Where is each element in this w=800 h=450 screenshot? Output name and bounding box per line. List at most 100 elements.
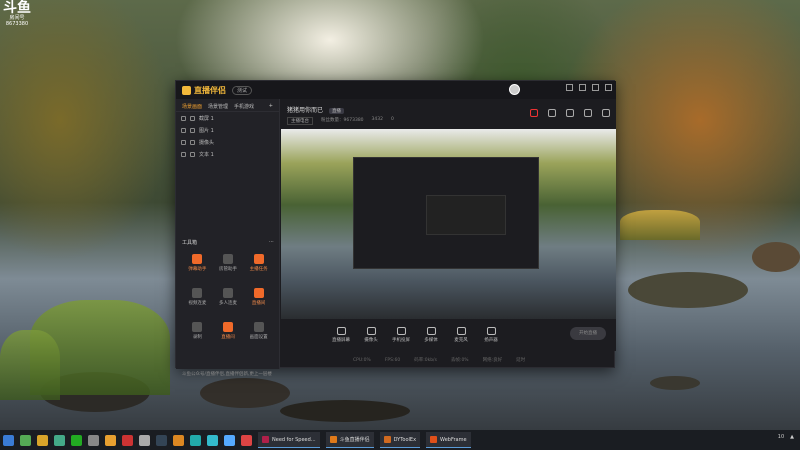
room-icon [222, 322, 233, 332]
tray-text[interactable]: 10 [778, 434, 784, 440]
maximize-icon[interactable] [592, 84, 599, 91]
eye-icon[interactable] [181, 139, 186, 145]
speaker-label: 扬声器 [484, 338, 498, 343]
version-tag[interactable]: 测试 [232, 85, 253, 95]
app-icon[interactable] [241, 434, 252, 446]
header-actions [530, 109, 610, 117]
tool-item[interactable]: 直播间 [213, 322, 244, 346]
notification-icon[interactable] [530, 109, 538, 117]
media-button[interactable]: 多媒体 [421, 327, 441, 343]
taskbar-app-label: 斗鱼直播伴侣 [339, 437, 370, 443]
tab-scene[interactable]: 场景画面 [182, 103, 202, 110]
more-icon[interactable]: ⋯ [269, 239, 274, 246]
source-item[interactable]: 截屏 1 [176, 112, 279, 124]
watermark: 斗鱼 房间号 8673380 [2, 1, 32, 31]
eye-icon[interactable] [181, 115, 186, 121]
mic-button[interactable]: 麦克风 [451, 327, 471, 343]
source-label: 图片 1 [199, 127, 214, 134]
tab-scene-manage[interactable]: 场景管理 [208, 103, 228, 110]
app-name: 直播伴侣 [194, 84, 226, 95]
stream-title-text: 猪猪用你而已 [287, 107, 324, 114]
skin-icon[interactable] [566, 84, 573, 91]
browser-icon[interactable] [105, 434, 116, 446]
steam-icon[interactable] [156, 434, 167, 446]
taskbar-app-nfs[interactable]: Need for Speed... [258, 432, 320, 448]
minimize-icon[interactable] [579, 84, 586, 91]
camera-icon [366, 327, 376, 335]
source-item[interactable]: 图片 1 [176, 124, 279, 136]
layers-icon[interactable] [566, 109, 574, 117]
hot-count: 3432 [371, 117, 383, 122]
taskbar-app-label: Need for Speed... [272, 436, 316, 443]
app-icon[interactable] [139, 434, 150, 446]
taskbar-app-douyu[interactable]: 斗鱼直播伴侣 [325, 432, 374, 448]
chat-icon[interactable] [20, 434, 31, 446]
source-label: 截屏 1 [199, 115, 214, 122]
source-label: 摄像头 [199, 139, 215, 146]
lock-icon[interactable] [190, 151, 195, 157]
admin-icon [222, 254, 233, 264]
tool-item[interactable]: 画面设置 [243, 322, 274, 346]
tab-mobile-game[interactable]: 手机游戏 [234, 103, 254, 110]
app-icon[interactable] [54, 434, 65, 446]
app-icon[interactable] [173, 434, 184, 446]
taskbar-app-webframe[interactable]: WebFrame [426, 432, 471, 448]
media-label: 多媒体 [424, 338, 438, 343]
tool-label: 弹幕助手 [188, 267, 207, 272]
screen-button[interactable]: 直播屏幕 [331, 327, 351, 343]
tool-item[interactable]: 主播任务 [243, 254, 274, 278]
app-logo: 直播伴侣 [182, 85, 226, 96]
share-icon[interactable] [602, 109, 610, 117]
source-toolbar: 直播屏幕 摄像头 手机投屏 多媒体 麦克风 扬声器 [281, 319, 616, 351]
speaker-button[interactable]: 扬声器 [481, 327, 501, 343]
tool-label: 视频连麦 [188, 301, 207, 306]
wechat-icon[interactable] [71, 434, 82, 446]
app-icon[interactable] [224, 434, 235, 446]
windows-icon[interactable] [3, 434, 14, 446]
app-icon[interactable] [122, 434, 133, 446]
tool-item[interactable]: 多人连麦 [213, 288, 244, 312]
close-icon[interactable] [605, 84, 612, 91]
left-panel: 场景画面 场景管理 手机游戏 + 截屏 1 图片 1 摄像头 文本 1 工具箱 … [176, 99, 280, 377]
tool-item[interactable]: 弹幕助手 [182, 254, 213, 278]
watermark-room: 8673380 [5, 21, 29, 27]
settings-icon [253, 322, 264, 332]
screen-label: 直播屏幕 [332, 338, 350, 343]
edge-icon[interactable] [207, 434, 218, 446]
lock-icon[interactable] [190, 115, 195, 121]
folder-icon[interactable] [37, 434, 48, 446]
category-tag[interactable]: 主播电台 [287, 117, 313, 125]
title-bar: 直播伴侣 测试 [176, 81, 616, 99]
taskbar-app-dytoolex[interactable]: DYToolEx [379, 432, 421, 448]
source-item[interactable]: 文本 1 [176, 148, 279, 160]
source-item[interactable]: 摄像头 [176, 136, 279, 148]
bell-icon[interactable] [584, 109, 592, 117]
douyu-icon [329, 436, 337, 443]
system-tray: 10 ▲ [778, 434, 794, 440]
lock-icon[interactable] [190, 139, 195, 145]
go-live-button[interactable]: 开始直播 [570, 327, 606, 340]
tool-item[interactable]: 直播间 [243, 288, 274, 312]
tool-item[interactable]: 房管助手 [213, 254, 244, 278]
video-link-icon [192, 288, 203, 298]
tool-item[interactable]: 录制 [182, 322, 213, 346]
avatar[interactable] [509, 84, 520, 95]
stream-preview[interactable] [281, 129, 616, 319]
speaker-icon [486, 327, 496, 335]
app-icon[interactable] [88, 434, 99, 446]
scene-tabs: 场景画面 场景管理 手机游戏 + [176, 99, 279, 112]
status-item: 网络:良好 [482, 358, 503, 363]
eye-icon[interactable] [181, 127, 186, 133]
phone-button[interactable]: 手机投屏 [391, 327, 411, 343]
stream-meta: 主播电台 粉丝数量：9673380 3432 0 [287, 117, 394, 125]
app-icon[interactable] [190, 434, 201, 446]
eye-icon[interactable] [181, 151, 186, 157]
tool-item[interactable]: 视频连麦 [182, 288, 213, 312]
screen-icon [336, 327, 346, 335]
lock-icon[interactable] [190, 127, 195, 133]
network-icon[interactable]: ▲ [790, 434, 794, 440]
camera-button[interactable]: 摄像头 [361, 327, 381, 343]
lock-icon[interactable] [548, 109, 556, 117]
add-source-button[interactable]: + [269, 103, 273, 109]
stream-title[interactable]: 猪猪用你而已 直播 [287, 105, 344, 114]
